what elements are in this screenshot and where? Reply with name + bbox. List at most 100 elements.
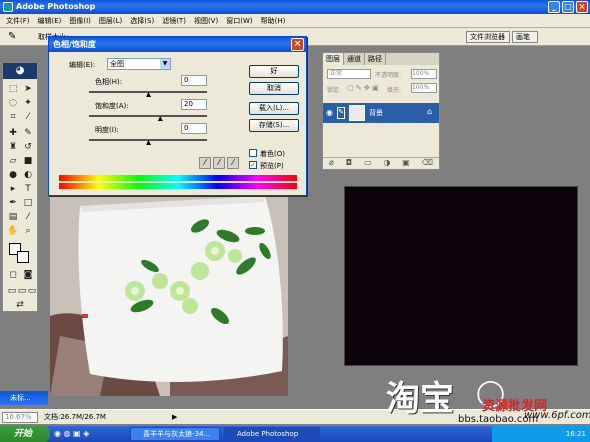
standard-mode-icon[interactable]: ◻ [6, 269, 20, 281]
quick-mask-icon[interactable]: ◙ [21, 269, 35, 281]
screen-mode-full-icon[interactable]: ▭ [25, 285, 39, 297]
menu-edit[interactable]: 编辑(E) [34, 14, 66, 28]
black-document-canvas[interactable] [344, 186, 578, 366]
tab-layers[interactable]: 图层 [323, 53, 344, 65]
healing-brush-icon[interactable]: ✚ [6, 127, 20, 139]
layers-palette: 图层 通道 路径 正常 不透明度: 100% 锁定: ▢ ✎ ✥ ▣ 填充: 1… [322, 52, 440, 170]
clock: 16:21 [565, 430, 586, 438]
input-color-bar [59, 175, 297, 181]
notes-tool-icon[interactable]: ▤ [6, 211, 20, 223]
eyedropper-plus-icon[interactable]: ⁄ [213, 157, 225, 169]
path-select-icon[interactable]: ▸ [6, 183, 20, 195]
marquee-tool-icon[interactable]: ⬚ [6, 83, 20, 95]
hue-slider-track[interactable] [89, 91, 207, 93]
load-button[interactable]: 载入(L)... [249, 102, 299, 115]
jump-to-imageready-icon[interactable]: ⇄ [13, 299, 27, 311]
zoom-tool-icon[interactable]: ⌕ [21, 225, 35, 237]
eye-icon[interactable]: ◉ [326, 108, 333, 117]
layer-set-icon[interactable]: ▭ [364, 158, 372, 169]
menu-bar: 文件(F) 编辑(E) 图像(I) 图层(L) 选择(S) 滤镜(T) 视图(V… [0, 14, 590, 28]
menu-file[interactable]: 文件(F) [2, 14, 34, 28]
chevron-down-icon[interactable]: ▼ [160, 59, 170, 69]
minimized-document[interactable]: 未标... [0, 391, 48, 405]
pillow-photo-graphic [50, 196, 288, 396]
menu-select[interactable]: 选择(S) [126, 14, 158, 28]
brush-tool-icon[interactable]: ✎ [21, 127, 35, 139]
file-browser-tab[interactable]: 文件浏览器 [466, 31, 510, 43]
fill-input[interactable]: 100% [411, 83, 437, 93]
menu-window[interactable]: 窗口(W) [222, 14, 256, 28]
crop-tool-icon[interactable]: ⌗ [6, 111, 20, 123]
blur-tool-icon[interactable]: ● [6, 169, 20, 181]
background-color-swatch[interactable] [17, 251, 29, 263]
menu-image[interactable]: 图像(I) [65, 14, 95, 28]
dialog-title-bar[interactable]: 色相/饱和度 × [49, 37, 306, 52]
pen-tool-icon[interactable]: ✒ [6, 197, 20, 209]
eyedropper-minus-icon[interactable]: ⁄ [227, 157, 239, 169]
hue-saturation-dialog: 色相/饱和度 × 编辑(E): 全图 ▼ 色相(H): 0 饱和度(A): 20… [48, 36, 307, 196]
lightness-input[interactable]: 0 [181, 123, 207, 134]
brush-icon: ✎ [337, 107, 345, 119]
colorize-checkbox[interactable] [249, 149, 257, 157]
layer-style-icon[interactable]: ø [329, 158, 334, 169]
hue-input[interactable]: 0 [181, 75, 207, 86]
dialog-close-icon[interactable]: × [291, 38, 304, 51]
quick-launch-icons[interactable]: ◉ ◍ ▣ ◈ [54, 429, 89, 438]
saturation-input[interactable]: 20 [181, 99, 207, 110]
lock-icons[interactable]: ▢ ✎ ✥ ▣ [347, 84, 379, 92]
menu-view[interactable]: 视图(V) [190, 14, 222, 28]
cancel-button[interactable]: 取消 [249, 82, 299, 95]
status-arrow-icon[interactable]: ▶ [172, 410, 177, 425]
hand-tool-icon[interactable]: ✋ [6, 225, 20, 237]
menu-filter[interactable]: 滤镜(T) [158, 14, 190, 28]
zoom-level[interactable]: 16.67% [2, 412, 38, 423]
app-title: Adobe Photoshop [16, 2, 96, 11]
slice-tool-icon[interactable]: ⁄ [21, 111, 35, 123]
shape-tool-icon[interactable]: □ [21, 197, 35, 209]
eyedropper-tool-icon[interactable]: ⁄ [21, 211, 35, 223]
maximize-button[interactable]: □ [562, 1, 574, 13]
ok-button[interactable]: 好 [249, 65, 299, 78]
preview-label: 预览(P) [260, 162, 284, 170]
edit-select[interactable]: 全图 ▼ [107, 58, 171, 70]
colorize-label: 着色(O) [260, 150, 285, 158]
taskbar-item-photoshop[interactable]: Adobe Photoshop [224, 427, 320, 441]
layer-name: 背景 [369, 109, 383, 117]
menu-help[interactable]: 帮助(H) [257, 14, 290, 28]
tab-paths[interactable]: 路径 [365, 53, 386, 65]
new-layer-icon[interactable]: ▣ [402, 158, 410, 169]
preview-checkbox[interactable]: ✓ [249, 161, 257, 169]
adjustment-layer-icon[interactable]: ◑ [383, 158, 390, 169]
magic-wand-icon[interactable]: ✦ [21, 97, 35, 109]
minimize-button[interactable]: _ [548, 1, 560, 13]
dialog-title: 色相/饱和度 [53, 40, 96, 49]
trash-icon[interactable]: ⌫ [422, 158, 433, 169]
tab-channels[interactable]: 通道 [344, 53, 365, 65]
layer-mask-icon[interactable]: ◘ [346, 158, 352, 169]
dodge-tool-icon[interactable]: ◐ [21, 169, 35, 181]
saturation-slider-track[interactable] [89, 115, 207, 117]
menu-layer[interactable]: 图层(L) [95, 14, 126, 28]
layer-row[interactable]: ◉ ✎ 背景 ⌂ [323, 103, 439, 123]
close-button[interactable]: × [576, 1, 588, 13]
output-color-bar [59, 183, 297, 189]
clone-stamp-icon[interactable]: ♜ [6, 141, 20, 153]
eyedropper-icon[interactable]: ✎ [8, 31, 16, 42]
opacity-input[interactable]: 100% [411, 69, 437, 79]
blend-mode-select[interactable]: 正常 [327, 69, 371, 79]
taskbar-item-video[interactable]: 喜羊羊与灰太狼-34... [130, 427, 220, 441]
type-tool-icon[interactable]: T [21, 183, 35, 195]
opacity-label: 不透明度: [375, 72, 402, 79]
move-tool-icon[interactable]: ➤ [21, 83, 35, 95]
document-size: 文档:26.7M/26.7M [44, 413, 106, 421]
start-button[interactable]: 开始 [0, 426, 50, 442]
brushes-tab[interactable]: 画笔 [512, 31, 538, 43]
gradient-tool-icon[interactable]: ■ [21, 155, 35, 167]
eraser-tool-icon[interactable]: ▱ [6, 155, 20, 167]
pillow-photo[interactable] [50, 196, 288, 396]
save-button[interactable]: 存储(S)... [249, 119, 299, 132]
history-brush-icon[interactable]: ↺ [21, 141, 35, 153]
eyedropper-icon[interactable]: ⁄ [199, 157, 211, 169]
lightness-slider-track[interactable] [89, 139, 207, 141]
lasso-tool-icon[interactable]: ◌ [6, 97, 20, 109]
